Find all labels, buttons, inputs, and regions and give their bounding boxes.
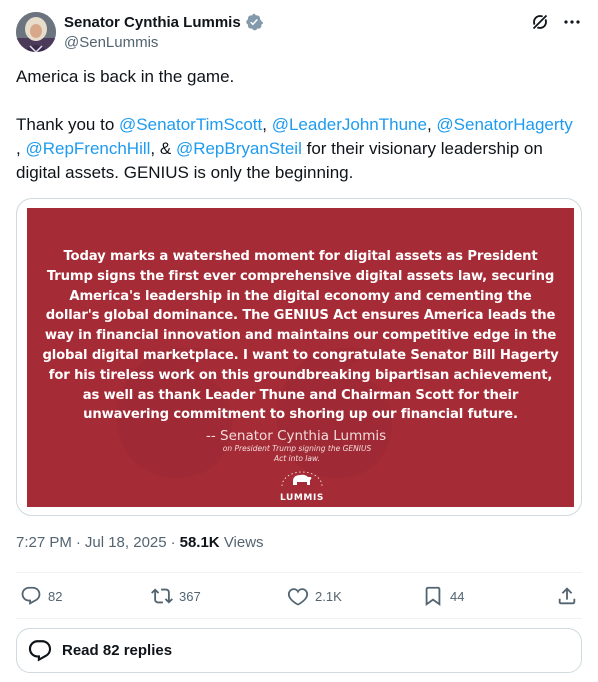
avatar-image [16, 12, 56, 52]
meta-dot: · [75, 534, 81, 551]
bookmark-button[interactable]: 44 [422, 585, 464, 607]
mention-link[interactable]: @RepFrenchHill [25, 139, 150, 158]
tweet-line-2: Thank you to @SenatorTimScott, @LeaderJo… [16, 113, 582, 185]
reply-count: 82 [48, 588, 63, 604]
share-icon [558, 587, 576, 605]
attribution: -- Senator Cynthia Lummis [206, 428, 387, 444]
tweet-time[interactable]: 7:27 PM [16, 534, 72, 551]
like-button[interactable]: 2.1K [287, 585, 342, 607]
share-button[interactable] [556, 585, 578, 607]
views-count: 58.1K [179, 534, 220, 551]
statement-text: Today marks a watershed moment for digit… [42, 249, 559, 423]
reply-icon [21, 586, 41, 605]
read-replies-label: Read 82 replies [62, 642, 173, 659]
more-icon[interactable] [562, 12, 582, 32]
logo-wordmark: LUMMIS [279, 493, 325, 503]
mention-link[interactable]: @LeaderJohnThune [272, 115, 427, 134]
thanks-prefix: Thank you to [16, 115, 120, 134]
author-name[interactable]: Senator Cynthia Lummis [64, 14, 241, 31]
divider [16, 572, 582, 573]
tweet-text: America is back in the game. Thank you t… [16, 65, 582, 185]
tweet-media[interactable]: Today marks a watershed moment for digit… [16, 198, 582, 516]
lummis-logo: LUMMIS [274, 470, 330, 503]
meta-dot: · [170, 534, 176, 551]
repost-icon [151, 588, 173, 604]
avatar[interactable] [16, 12, 56, 52]
heart-icon [287, 588, 309, 606]
grok-icon[interactable] [530, 12, 550, 32]
tweet-date[interactable]: Jul 18, 2025 [85, 534, 167, 551]
statement-graphic: Today marks a watershed moment for digit… [27, 208, 574, 507]
action-bar: 82 367 2.1K 44 [16, 580, 582, 614]
bookmark-count: 44 [450, 588, 465, 604]
repost-button[interactable]: 367 [151, 585, 201, 607]
sub-caption: on President Trump signing the GENIUS Ac… [222, 444, 372, 463]
read-replies-button[interactable]: Read 82 replies [16, 628, 582, 673]
tweet-meta: 7:27 PM · Jul 18, 2025 · 58.1K Views [16, 534, 264, 551]
comma-separator: , [262, 115, 272, 134]
mention-link[interactable]: @SenatorTimScott [119, 115, 262, 134]
comma-separator: , [426, 115, 437, 134]
tweet-line-1: America is back in the game. [16, 67, 235, 86]
reply-icon [28, 639, 52, 661]
repost-count: 367 [179, 588, 201, 604]
verified-badge-icon[interactable] [245, 13, 263, 31]
like-count: 2.1K [315, 588, 342, 604]
reply-button[interactable]: 82 [20, 585, 62, 607]
ampersand-separator: , & [150, 139, 176, 158]
mention-link[interactable]: @SenatorHagerty [436, 115, 572, 134]
bison-logo-icon [281, 471, 323, 487]
divider [16, 618, 582, 619]
mention-link[interactable]: @RepBryanSteil [176, 139, 302, 158]
tweet-header: Senator Cynthia Lummis @SenLummis [16, 12, 582, 56]
bookmark-icon [425, 586, 441, 607]
views-label: Views [223, 534, 264, 551]
author-handle[interactable]: @SenLummis [64, 34, 158, 51]
